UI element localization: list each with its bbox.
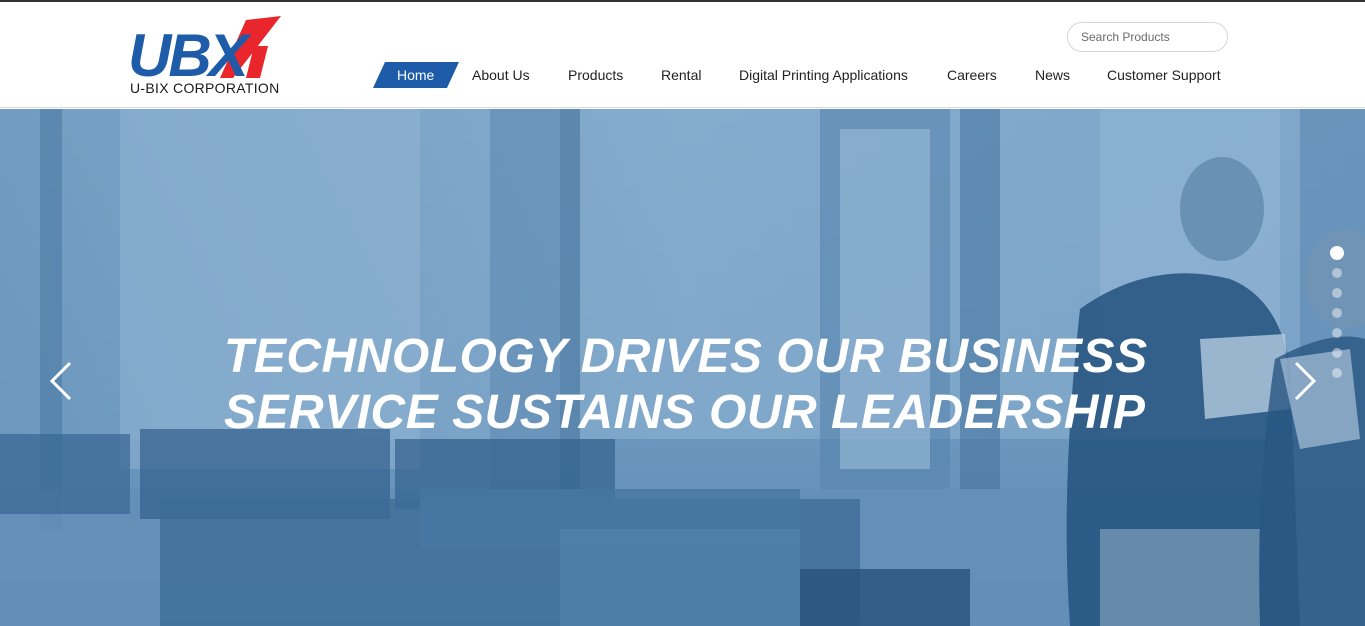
hero-headline-line-2: SERVICE SUSTAINS OUR LEADERSHIP bbox=[224, 386, 1146, 439]
company-name: U-BIX CORPORATION bbox=[130, 80, 280, 96]
slider-next-button[interactable] bbox=[1290, 359, 1320, 403]
hero-headline: TECHNOLOGY DRIVES OUR BUSINESS SERVICE S… bbox=[224, 329, 1184, 441]
nav-digital-printing-applications[interactable]: Digital Printing Applications bbox=[739, 62, 908, 88]
search-input[interactable] bbox=[1067, 22, 1228, 52]
ubx-logo-mark: UBX bbox=[128, 16, 281, 78]
site-header: UBX U-BIX CORPORATION Home About Us Prod… bbox=[0, 2, 1365, 108]
slider-dot-7[interactable] bbox=[1332, 368, 1342, 378]
nav-products[interactable]: Products bbox=[568, 62, 623, 88]
slider-dot-6[interactable] bbox=[1332, 348, 1342, 358]
slider-dot-5[interactable] bbox=[1332, 328, 1342, 338]
slider-dot-1[interactable] bbox=[1330, 246, 1344, 260]
nav-news[interactable]: News bbox=[1035, 62, 1070, 88]
nav-home[interactable]: Home bbox=[397, 62, 434, 88]
site-logo[interactable]: UBX U-BIX CORPORATION bbox=[128, 16, 288, 96]
chevron-right-icon bbox=[1294, 361, 1317, 401]
nav-customer-support[interactable]: Customer Support bbox=[1107, 62, 1221, 88]
slider-dot-3[interactable] bbox=[1332, 288, 1342, 298]
slider-pagination bbox=[1329, 246, 1345, 388]
chevron-left-icon bbox=[49, 361, 72, 401]
nav-rental[interactable]: Rental bbox=[661, 62, 701, 88]
slider-prev-button[interactable] bbox=[46, 359, 76, 403]
main-nav: Home About Us Products Rental Digital Pr… bbox=[373, 62, 1233, 88]
hero-headline-line-1: TECHNOLOGY DRIVES OUR BUSINESS bbox=[224, 330, 1148, 383]
nav-about-us[interactable]: About Us bbox=[472, 62, 530, 88]
logo-letters: UBX bbox=[128, 22, 253, 78]
hero-slider: TECHNOLOGY DRIVES OUR BUSINESS SERVICE S… bbox=[0, 109, 1365, 626]
slider-dot-4[interactable] bbox=[1332, 308, 1342, 318]
slider-dot-2[interactable] bbox=[1332, 268, 1342, 278]
nav-careers[interactable]: Careers bbox=[947, 62, 997, 88]
